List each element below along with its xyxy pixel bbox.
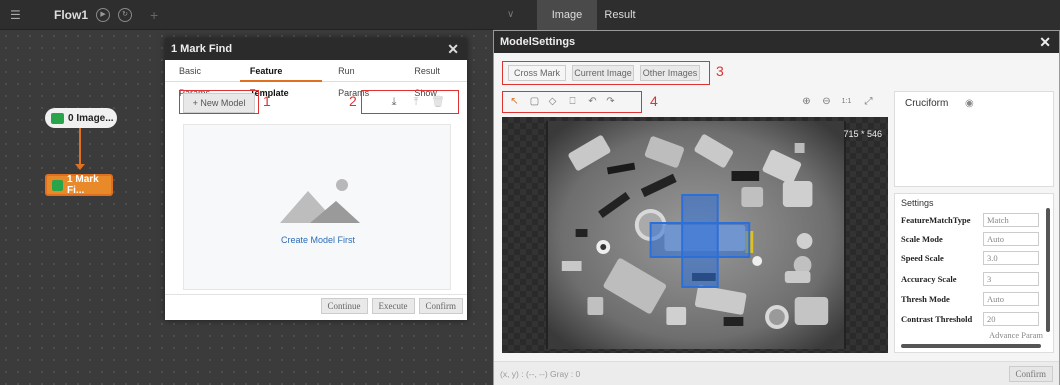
image-source-row: Cross Mark Current Image Other Images 3 [500, 59, 1060, 85]
flow-tree-icon[interactable]: ☰ [10, 8, 24, 22]
run-once-icon[interactable]: ▶ [96, 7, 111, 22]
advance-param-link[interactable]: Advance Param [989, 330, 1043, 340]
model-settings-dialog: ModelSettings ✕ Cross Mark Current Image… [493, 30, 1060, 385]
new-model-button[interactable]: + New Model [183, 93, 255, 113]
annotation-label-2: 2 [349, 93, 357, 109]
parts-photo [548, 121, 844, 349]
other-images-button[interactable]: Other Images [640, 65, 700, 81]
shape-side-panel: Cruciform ◉ Settings FeatureMatchType Ma… [894, 91, 1054, 353]
setting-label: FeatureMatchType [901, 215, 971, 225]
connector-arrow-icon [75, 164, 85, 170]
model-settings-title: ModelSettings [500, 36, 576, 48]
undo-icon[interactable]: ↶ [586, 95, 599, 108]
tab-feature-template[interactable]: Feature Template [239, 60, 323, 98]
node-image-label: 0 Image... [68, 112, 114, 124]
setting-value-field[interactable]: Auto [983, 232, 1039, 246]
setting-row: Contrast Threshold 20 [901, 311, 1051, 327]
model-settings-header: ModelSettings ✕ [494, 31, 1059, 53]
setting-label: Accuracy Scale [901, 274, 957, 284]
tab-run-params[interactable]: Run Params [328, 60, 390, 98]
add-flow-icon[interactable]: + [150, 7, 158, 23]
close-icon[interactable]: ✕ [1039, 34, 1051, 51]
image-placeholder-icon [280, 179, 360, 223]
mark-find-tabs: Basic Params Feature Template Run Params… [165, 60, 467, 98]
run-loop-icon[interactable]: ↻ [118, 7, 133, 22]
shape-name[interactable]: Cruciform [905, 98, 948, 109]
horizontal-scrollbar[interactable] [901, 344, 1041, 348]
settings-panel: Settings FeatureMatchType Match Scale Mo… [894, 193, 1054, 353]
delete-icon[interactable]: 🗑 [431, 95, 445, 109]
settings-title: Settings [901, 198, 934, 208]
flow-title[interactable]: Flow1 [54, 8, 88, 22]
setting-value-field[interactable]: Match [983, 213, 1039, 227]
setting-row: Thresh Mode Auto [901, 291, 1051, 307]
mark-find-title: 1 Mark Find [171, 43, 233, 55]
annotation-label-3: 3 [716, 63, 724, 79]
pixel-readout: (x, y) : (--, --) Gray : 0 [500, 369, 581, 379]
image-canvas[interactable]: 715 * 546 [502, 117, 888, 353]
eraser-icon[interactable]: ◇ [546, 95, 559, 108]
fit-window-icon[interactable]: ⤢ [862, 95, 875, 108]
image-size-label: 715 * 546 [843, 129, 882, 139]
tab-result[interactable]: Result [597, 0, 643, 30]
actual-size-icon[interactable]: 1:1 [840, 95, 853, 108]
template-toolbar: + New Model 1 2 ⤓ ⤒ 🗑 [165, 90, 467, 116]
select-pointer-icon[interactable]: ↖ [508, 95, 521, 108]
setting-label: Speed Scale [901, 253, 944, 263]
redo-icon[interactable]: ↷ [604, 95, 617, 108]
tab-image[interactable]: Image [537, 0, 597, 30]
cross-mark-button[interactable]: Cross Mark [508, 65, 566, 81]
mark-find-dialog: 1 Mark Find ✕ Basic Params Feature Templ… [165, 38, 467, 320]
confirm-button[interactable]: Confirm [1008, 366, 1053, 382]
node-image-source[interactable]: 0 Image... [45, 108, 117, 128]
setting-row: FeatureMatchType Match [901, 212, 1051, 228]
zoom-in-icon[interactable]: ⊕ [800, 95, 813, 108]
flow-toolbar: ☰ Flow1 ▶ ↻ + [0, 0, 493, 30]
setting-label: Contrast Threshold [901, 314, 973, 324]
close-icon[interactable]: ✕ [447, 41, 459, 58]
setting-value-field[interactable]: Auto [983, 292, 1039, 306]
mark-node-icon [52, 179, 64, 191]
setting-value-field[interactable]: 3 [983, 272, 1039, 286]
chevron-down-icon[interactable]: ∨ [507, 9, 514, 20]
setting-label: Scale Mode [901, 234, 943, 244]
clear-icon[interactable]: ⎕ [566, 95, 579, 108]
setting-value-field[interactable]: 3.0 [983, 251, 1039, 265]
model-preview-area: Create Model First [183, 124, 451, 290]
setting-row: Speed Scale 3.0 [901, 250, 1051, 266]
continue-button[interactable]: Continue [320, 297, 368, 314]
view-tabs-bar: ∨ Image Result [493, 0, 1060, 30]
zoom-out-icon[interactable]: ⊖ [820, 95, 833, 108]
current-image-button[interactable]: Current Image [572, 65, 634, 81]
model-settings-footer: (x, y) : (--, --) Gray : 0 Confirm [494, 361, 1059, 385]
annotation-label-4: 4 [650, 93, 658, 109]
setting-row: Accuracy Scale 3 [901, 271, 1051, 287]
setting-value-field[interactable]: 20 [983, 312, 1039, 326]
tab-basic-params[interactable]: Basic Params [169, 60, 236, 98]
node-mark-label: 1 Mark Fi... [67, 174, 99, 196]
create-model-first-link[interactable]: Create Model First [184, 235, 452, 245]
confirm-button[interactable]: Confirm [418, 297, 463, 314]
camera-image [546, 121, 846, 349]
import-icon[interactable]: ⤓ [387, 95, 401, 109]
export-icon[interactable]: ⤒ [409, 95, 423, 109]
image-node-icon [51, 112, 64, 124]
vertical-scrollbar[interactable] [1046, 208, 1050, 332]
annotation-label-1: 1 [263, 93, 271, 109]
mark-find-footer: Continue Execute Confirm [165, 294, 467, 316]
draw-roi-icon[interactable]: ▢ [528, 95, 541, 108]
shape-list: Cruciform ◉ [894, 91, 1054, 187]
setting-row: Scale Mode Auto [901, 231, 1051, 247]
tab-result-show[interactable]: Result Show [404, 60, 467, 98]
node-connector [79, 128, 81, 168]
eye-icon[interactable]: ◉ [965, 98, 974, 109]
execute-button[interactable]: Execute [371, 297, 415, 314]
drawing-toolbar: ↖ ▢ ◇ ⎕ ↶ ↷ 4 ⊕ ⊖ 1:1 ⤢ [500, 91, 886, 113]
setting-label: Thresh Mode [901, 294, 950, 304]
node-mark-find[interactable]: 1 Mark Fi... [45, 174, 113, 196]
mark-find-header: 1 Mark Find ✕ [165, 38, 467, 60]
